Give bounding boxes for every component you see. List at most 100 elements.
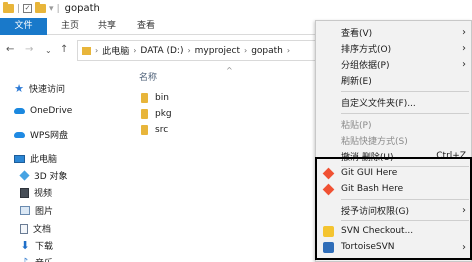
up-arrow-icon[interactable]: ↑ [60, 44, 68, 55]
chevron-right-icon[interactable]: › [187, 46, 190, 55]
git-gui-icon [322, 167, 335, 180]
file-name: pkg [155, 109, 172, 119]
list-item[interactable]: pkg [141, 109, 172, 119]
nav-item-downloads[interactable]: ⬇ 下载 [20, 238, 53, 253]
column-header-name[interactable]: 名称 [139, 70, 157, 83]
chevron-right-icon: › [462, 26, 466, 38]
menu-item-label: Git GUI Here [341, 168, 398, 178]
breadcrumb-gopath[interactable]: gopath [251, 46, 283, 56]
git-bash-icon [322, 183, 335, 196]
documents-icon [20, 223, 28, 234]
nav-item-documents[interactable]: 文档 [20, 222, 51, 235]
menu-item-label: 分组依据(P) [341, 60, 390, 71]
menu-item-refresh[interactable]: 刷新(E) [316, 71, 471, 89]
forward-arrow-icon[interactable]: → [25, 44, 33, 55]
new-folder-icon[interactable] [35, 2, 47, 13]
3d-objects-icon [19, 170, 30, 181]
nav-item-label: 音乐 [35, 256, 53, 262]
menu-item-label: 粘贴(P) [341, 120, 372, 131]
chevron-right-icon: › [462, 241, 466, 253]
chevron-right-icon: › [462, 58, 466, 70]
folder-icon [82, 46, 91, 55]
nav-item-3d-objects[interactable]: 3D 对象 [19, 169, 68, 182]
menu-item-give-access-to[interactable]: 授予访问权限(G) › [316, 201, 471, 219]
menu-separator [341, 220, 469, 221]
chevron-right-icon: › [462, 204, 466, 216]
tab-share[interactable]: 共享 [92, 18, 122, 35]
nav-item-quick-access[interactable]: ★ 快速访问 [14, 81, 66, 96]
quick-access-separator: | [17, 3, 21, 14]
wps-cloud-icon [14, 131, 25, 138]
recent-locations-icon[interactable]: ⌄ [45, 46, 52, 55]
list-item[interactable]: src [141, 125, 168, 135]
nav-item-label: 快速访问 [29, 85, 66, 95]
nav-item-label: 图片 [35, 207, 54, 217]
breadcrumb-this-pc[interactable]: 此电脑 [102, 44, 129, 57]
menu-separator [341, 199, 469, 200]
menu-separator [341, 91, 469, 92]
sort-ascending-icon: ^ [226, 66, 233, 75]
nav-item-onedrive[interactable]: OneDrive [14, 106, 72, 116]
download-icon: ⬇ [20, 238, 30, 252]
menu-item-label: 排序方式(O) [341, 44, 392, 55]
svn-checkout-icon [323, 226, 334, 237]
context-menu: 查看(V) › 排序方式(O) › 分组依据(P) › 刷新(E) 自定义文件夹… [315, 20, 472, 262]
tab-home[interactable]: 主页 [55, 18, 85, 35]
menu-item-label: 撤消 删除(U) [341, 152, 394, 163]
video-icon [20, 187, 29, 198]
nav-item-wps-cloud[interactable]: WPS网盘 [14, 128, 68, 141]
menu-item-label: 授予访问权限(G) [341, 206, 409, 217]
nav-item-music[interactable]: ♪ 音乐 [20, 256, 53, 262]
menu-item-git-bash-here[interactable]: Git Bash Here [316, 180, 471, 198]
breadcrumb-data-drive[interactable]: DATA (D:) [140, 46, 183, 56]
menu-item-shortcut: Ctrl+Z [436, 151, 466, 161]
menu-item-customize-folder[interactable]: 自定义文件夹(F)... [316, 93, 471, 111]
file-list: ^ 名称 bin pkg src [131, 64, 316, 262]
nav-item-label: 文档 [33, 225, 52, 235]
folder-icon [3, 2, 14, 13]
menu-item-undo-delete[interactable]: 撤消 删除(U) Ctrl+Z [316, 147, 471, 165]
window-title: gopath [64, 3, 100, 14]
folder-icon [141, 109, 148, 119]
pictures-icon [20, 206, 30, 215]
tab-view[interactable]: 查看 [131, 18, 161, 35]
menu-item-tortoisesvn[interactable]: TortoiseSVN › [316, 238, 471, 256]
properties-check-icon[interactable]: ✓ [23, 4, 33, 13]
menu-separator [341, 113, 469, 114]
title-separator: | [56, 3, 60, 14]
menu-item-label: 刷新(E) [341, 76, 372, 87]
nav-item-label: 此电脑 [30, 155, 58, 165]
back-arrow-icon[interactable]: ← [6, 44, 14, 55]
nav-item-label: 视频 [34, 189, 53, 199]
menu-item-label: SVN Checkout... [341, 226, 414, 236]
address-bar[interactable]: › 此电脑 › DATA (D:) › myproject › gopath › [77, 40, 337, 61]
nav-item-label: WPS网盘 [30, 131, 69, 141]
nav-item-videos[interactable]: 视频 [20, 186, 52, 199]
file-name: bin [155, 93, 169, 103]
quick-access-dropdown-icon[interactable]: ▾ [49, 4, 54, 14]
chevron-right-icon[interactable]: › [95, 46, 98, 55]
menu-item-label: 查看(V) [341, 28, 373, 39]
menu-item-label: TortoiseSVN [341, 242, 395, 252]
chevron-right-icon[interactable]: › [244, 46, 247, 55]
nav-item-label: 3D 对象 [34, 172, 68, 182]
tab-file[interactable]: 文件 [0, 18, 47, 35]
computer-icon [14, 154, 25, 163]
chevron-right-icon[interactable]: › [287, 46, 290, 55]
breadcrumb-myproject[interactable]: myproject [195, 46, 240, 56]
menu-item-label: 自定义文件夹(F)... [341, 98, 416, 109]
menu-item-label: Git Bash Here [341, 184, 404, 194]
nav-item-pictures[interactable]: 图片 [20, 204, 53, 217]
tortoisesvn-icon [323, 242, 334, 253]
folder-icon [141, 125, 148, 135]
nav-item-this-pc[interactable]: 此电脑 [14, 152, 57, 165]
chevron-right-icon: › [462, 42, 466, 54]
nav-item-label: OneDrive [30, 106, 73, 116]
cloud-icon [14, 108, 25, 114]
folder-icon [141, 93, 148, 103]
chevron-right-icon[interactable]: › [133, 46, 136, 55]
list-item[interactable]: bin [141, 93, 169, 103]
title-bar: | ✓ ▾ | gopath [0, 0, 472, 17]
navigation-pane: ★ 快速访问 OneDrive WPS网盘 此电脑 3D 对象 视频 图片 文档… [0, 64, 130, 262]
star-icon: ★ [14, 81, 24, 95]
